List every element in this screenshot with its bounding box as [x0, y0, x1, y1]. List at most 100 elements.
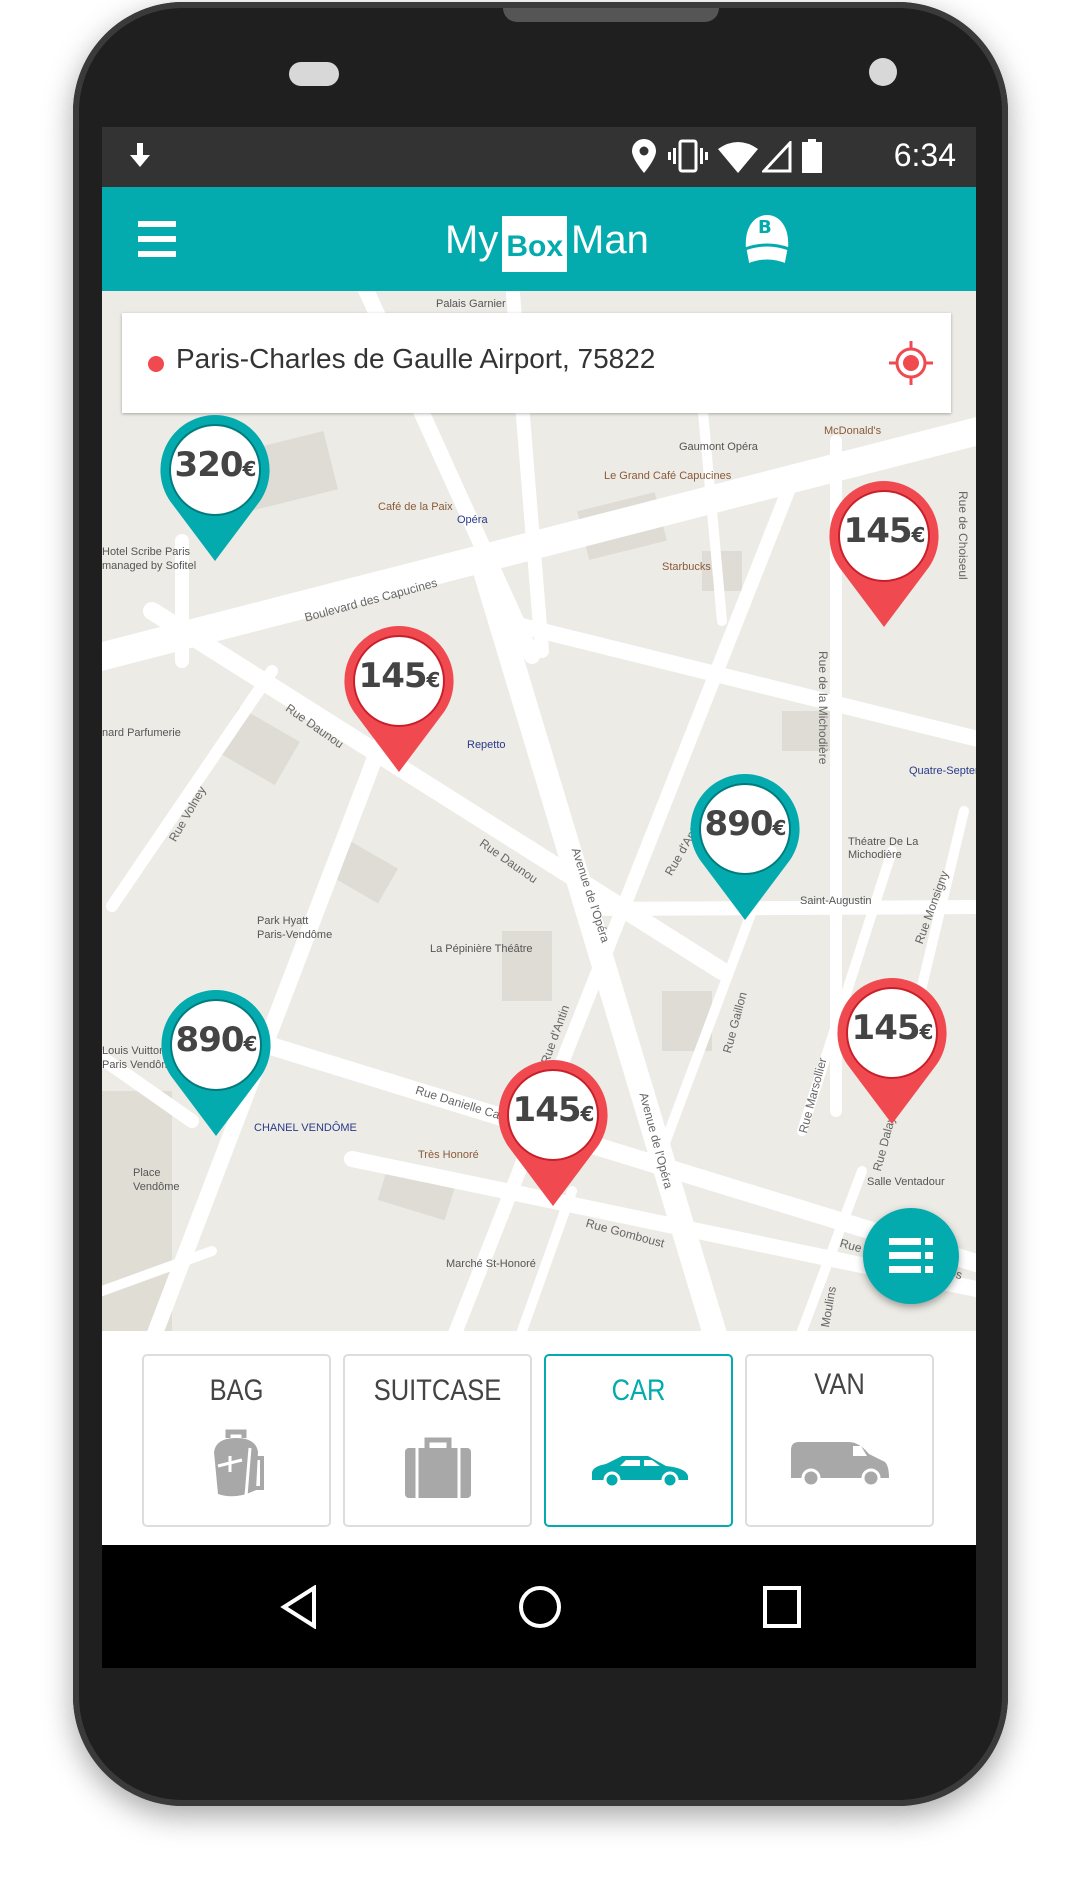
crosshair-icon[interactable] [889, 341, 933, 385]
map-label: Saint-Augustin [800, 895, 872, 907]
app-logo: My Box Man [445, 205, 649, 275]
phone-speaker [289, 62, 339, 86]
price-label: 145€ [344, 656, 454, 696]
location-icon [632, 139, 656, 173]
pickup-address-field[interactable]: Paris-Charles de Gaulle Airport, 75822 [122, 313, 951, 413]
vehicle-label: CAR [611, 1374, 666, 1407]
map-label: Marché St-Honoré [446, 1258, 536, 1270]
map-label: Théatre De La [848, 836, 919, 848]
map-label: McDonald's [824, 425, 882, 437]
price-amount: 145 [843, 511, 913, 551]
car-icon [592, 1456, 688, 1488]
map-label: Gaumont Opéra [679, 441, 758, 453]
map-label: Michodière [848, 849, 902, 861]
vehicle-option-car[interactable]: CAR [544, 1354, 733, 1527]
price-currency: € [243, 1032, 258, 1056]
price-amount: 890 [704, 804, 774, 844]
map-label: Park Hyatt [257, 915, 309, 927]
download-icon [130, 143, 150, 167]
price-pin[interactable]: 320€ [160, 415, 270, 565]
price-pin[interactable]: 890€ [690, 774, 800, 924]
price-label: 145€ [498, 1090, 608, 1130]
logo-man: Man [571, 217, 649, 262]
price-label: 890€ [161, 1020, 271, 1060]
battery-icon [802, 139, 822, 173]
map-label: Repetto [467, 739, 506, 751]
map-label: Opéra [457, 514, 488, 526]
app-header: My Box Man B [102, 187, 976, 291]
map-pin-icon [160, 415, 270, 561]
home-icon[interactable] [518, 1585, 562, 1629]
vehicle-selector: BAG SUITCASE CAR VAN [102, 1331, 976, 1545]
price-pin[interactable]: 145€ [344, 626, 454, 776]
map-label: Vendôme [133, 1181, 180, 1193]
map-label: Le Grand Café Capucines [604, 470, 732, 482]
map-label: La Pépinière Théâtre [430, 943, 533, 955]
status-bar: 6:34 [102, 127, 976, 187]
map-label: nard Parfumerie [102, 727, 181, 739]
map-pin-icon [690, 774, 800, 920]
price-label: 145€ [829, 511, 939, 551]
profile-letter: B [758, 217, 772, 238]
map-label: Rue de Choiseul [956, 491, 970, 580]
price-pin[interactable]: 145€ [837, 978, 947, 1128]
recents-icon[interactable] [762, 1585, 802, 1629]
hamburger-icon[interactable] [138, 221, 176, 257]
clock: 6:34 [893, 137, 956, 173]
price-amount: 320 [174, 445, 244, 485]
price-pin[interactable]: 145€ [498, 1060, 608, 1210]
van-icon [791, 1442, 889, 1488]
vehicle-label: BAG [209, 1374, 264, 1407]
vehicle-label: VAN [814, 1368, 865, 1401]
map-pin-icon [829, 481, 939, 627]
price-currency: € [580, 1102, 595, 1126]
map-label: Café de la Paix [378, 501, 453, 513]
map-view[interactable]: Palais Garnier McDonald's Gaumont Opéra Le … [102, 291, 976, 1331]
map-label: Paris-Vendôme [257, 929, 333, 941]
screen: 6:34 My Box Man B Palais Garnier McDonal… [102, 127, 976, 1668]
profile-button[interactable]: B [742, 215, 792, 268]
map-label: Très Honoré [418, 1149, 479, 1161]
address-input-value[interactable]: Paris-Charles de Gaulle Airport, 75822 [176, 343, 655, 375]
vibrate-icon [668, 139, 708, 173]
logo-my: My [445, 217, 499, 262]
price-amount: 145 [851, 1008, 921, 1048]
list-view-button[interactable] [863, 1208, 959, 1304]
phone-camera [869, 58, 897, 86]
map-pin-icon [344, 626, 454, 772]
map-label: Starbucks [662, 561, 711, 573]
price-amount: 890 [175, 1020, 245, 1060]
map-label: Louis Vuitton [102, 1045, 166, 1057]
map-pin-icon [837, 978, 947, 1124]
price-currency: € [242, 457, 257, 481]
price-pin[interactable]: 145€ [829, 481, 939, 631]
vehicle-option-van[interactable]: VAN [745, 1354, 934, 1527]
vehicle-label: SUITCASE [373, 1374, 502, 1407]
map-label: Salle Ventadour [867, 1176, 945, 1188]
map-label: Palais Garnier [436, 298, 506, 310]
price-currency: € [911, 523, 926, 547]
wifi-icon [718, 142, 758, 173]
vehicle-option-suitcase[interactable]: SUITCASE [343, 1354, 532, 1527]
price-amount: 145 [512, 1090, 582, 1130]
price-currency: € [772, 816, 787, 840]
logo-box: Box [502, 216, 568, 272]
backpack-icon [214, 1429, 264, 1497]
price-pin[interactable]: 890€ [161, 990, 271, 1140]
price-currency: € [919, 1020, 934, 1044]
back-icon[interactable] [280, 1585, 320, 1629]
vehicle-option-bag[interactable]: BAG [142, 1354, 331, 1527]
price-currency: € [426, 668, 441, 692]
map-label: Rue de la Michodière [816, 651, 830, 765]
price-label: 145€ [837, 1008, 947, 1048]
phone-notch [503, 8, 719, 22]
list-icon [889, 1238, 933, 1273]
price-label: 320€ [160, 445, 270, 485]
map-label: Place [133, 1167, 161, 1179]
price-amount: 145 [358, 656, 428, 696]
price-label: 890€ [690, 804, 800, 844]
location-dot-icon [148, 356, 164, 372]
system-nav-bar [102, 1545, 976, 1668]
map-label: Quatre-Septembre [909, 765, 976, 777]
map-pin-icon [498, 1060, 608, 1206]
